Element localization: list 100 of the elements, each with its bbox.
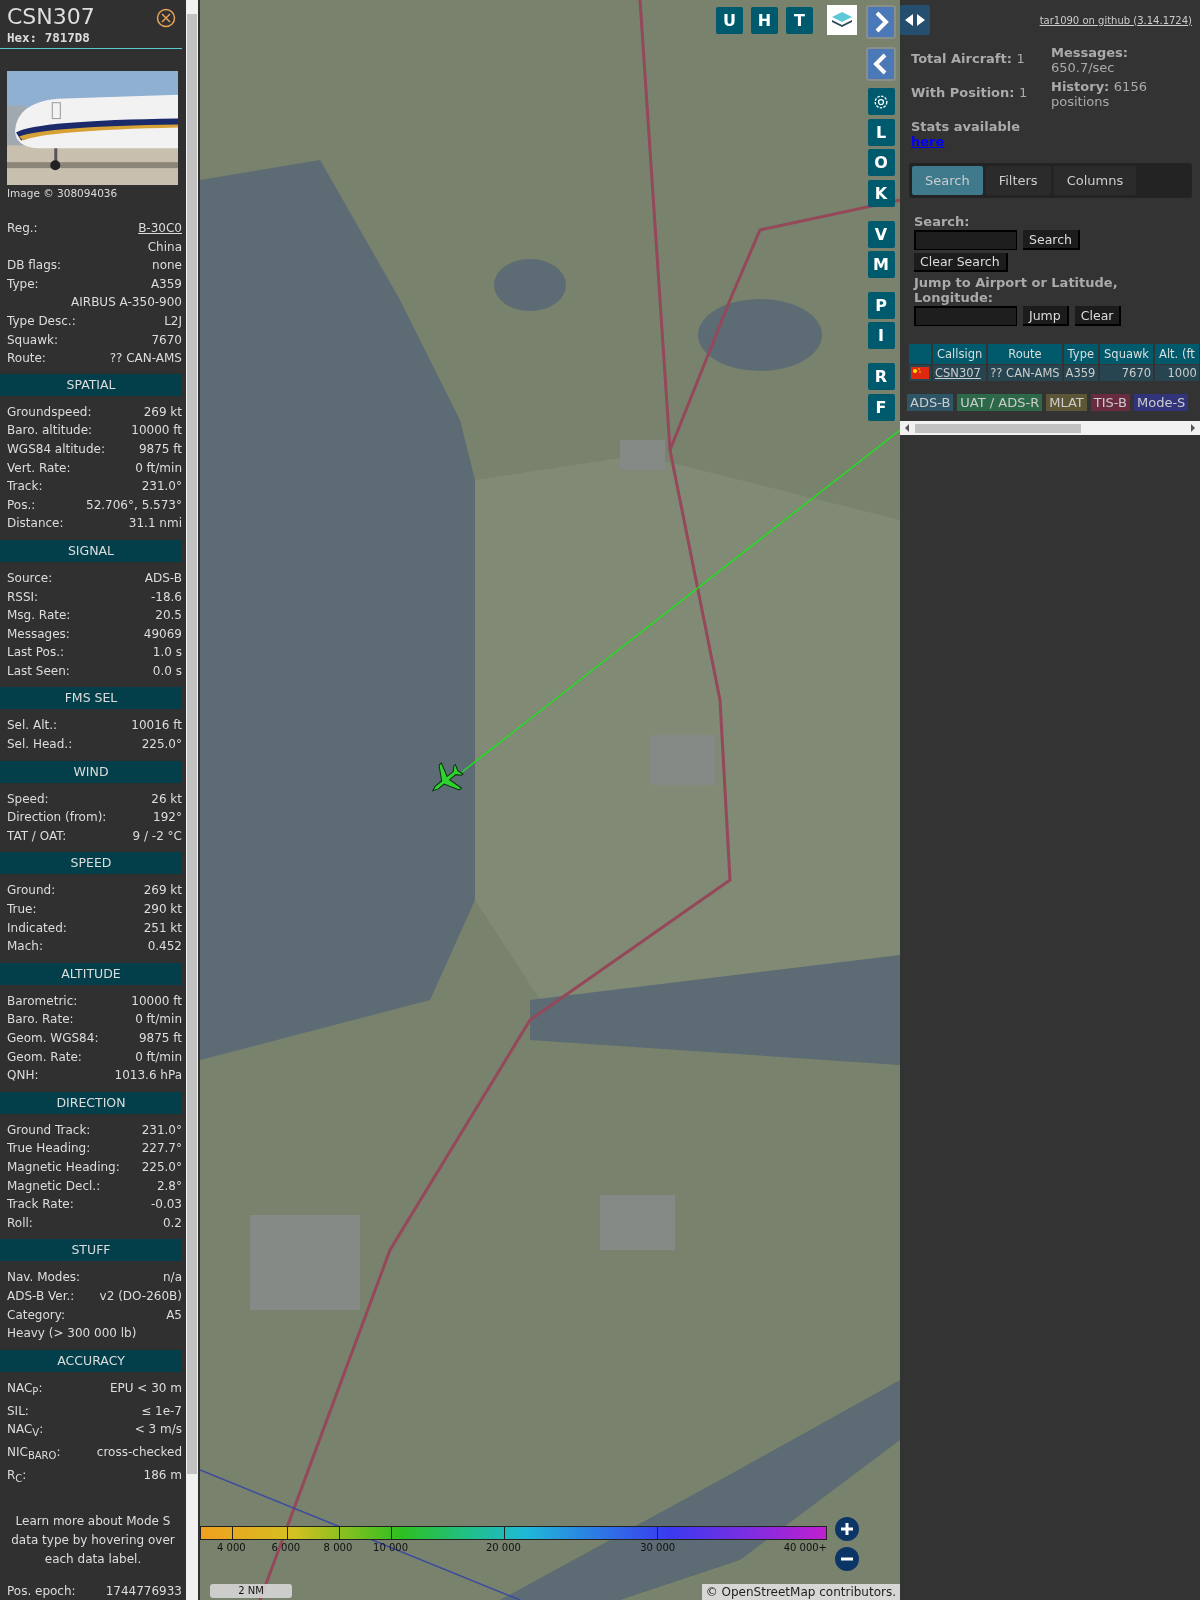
source-tag: UAT / ADS-R [957,394,1043,411]
layers-button[interactable] [827,5,857,35]
field-label: True Heading: [7,1140,91,1158]
section-header: WIND [0,760,182,783]
field-value: L2J [164,312,182,330]
section-header: ACCURACY [0,1349,182,1372]
field-label: Squawk: [7,331,58,349]
jump-field[interactable] [914,306,1017,326]
scrollbar[interactable] [900,421,1200,435]
map-toggle-button[interactable]: H [751,6,778,34]
field-label: QNH: [7,1067,39,1085]
zoom-in-button[interactable] [834,1516,860,1542]
map-attribution: © OpenStreetMap contributors. [701,1584,900,1600]
field-value: 2.8° [156,1177,182,1195]
expand-button[interactable] [866,5,896,39]
field-label: Type Desc.: [7,312,76,330]
section-header: STUFF [0,1239,182,1262]
field-value: 290 kt [143,901,182,919]
scroll-right-icon[interactable] [1189,424,1197,432]
field-value: 9 / -2 °C [132,827,182,845]
clear-search-button[interactable]: Clear Search [914,253,1008,272]
field-label: NIC$_{BARO}$: [7,1444,61,1464]
source-tag: Mode-S [1133,394,1189,411]
field-value: 10000 ft [131,422,182,440]
field-label: Roll: [7,1214,33,1232]
field-value: 192° [153,809,182,827]
field-value: 227.7° [141,1140,182,1158]
field-value: 0 ft/min [135,459,182,477]
field-label: ADS-B Ver.: [7,1287,75,1305]
field-value: 0.0 s [152,662,182,680]
field-value: 0.452 [147,938,182,956]
map-toggle-button[interactable]: M [867,251,895,279]
map-toggle-button[interactable]: O [867,149,895,177]
table-cell: 1000 [1155,365,1199,381]
field-label: R$_{C}$: [7,1467,27,1487]
field-value: ?? CAN-AMS [109,350,182,368]
scale-bar: 2 NM [210,1584,292,1598]
field-value: 1.0 s [152,644,182,662]
field-value: 26 kt [151,790,182,808]
field-value: 251 kt [143,919,182,937]
field-label: Direction (from): [7,809,107,827]
field-value: 0.2 [162,1214,182,1232]
column-header[interactable]: Route [988,344,1062,364]
search-field[interactable] [914,230,1017,250]
field-value: 269 kt [143,882,182,900]
column-header[interactable]: Alt. (ft [1155,344,1199,364]
field-label: Ground Track: [7,1121,91,1139]
settings-button[interactable] [867,88,895,116]
field-label: Vert. Rate: [7,459,71,477]
map-toggle-button[interactable]: T [786,6,813,34]
column-header[interactable]: Type [1063,344,1099,364]
map-toggle-button[interactable]: I [867,322,895,350]
field-label: WGS84 altitude: [7,440,105,458]
column-header[interactable]: Squawk [1100,344,1154,364]
panel-toggle-button[interactable] [900,5,930,35]
field-label: Route: [7,350,46,368]
field-value: 10016 ft [131,717,182,735]
field-label: Sel. Alt.: [7,717,58,735]
field-value: 9875 ft [138,440,182,458]
column-header[interactable]: Callsign [933,344,987,364]
scrollbar[interactable] [186,0,198,1600]
field-value: -18.6 [150,588,182,606]
section-header: FMS SEL [0,687,182,710]
close-icon[interactable] [156,8,176,28]
scroll-left-icon[interactable] [903,424,911,432]
github-link[interactable]: tar1090 on github (3.14.1724) [1039,14,1192,26]
field-value: China [147,238,182,256]
field-value: < 3 m/s [134,1421,182,1439]
field-label: Pos. epoch: [7,1583,76,1600]
field-label: Last Seen: [7,662,70,680]
source-tag: TIS-B [1090,394,1130,411]
field-label: Source: [7,569,53,587]
jump-label: Jump to Airport or Latitude, Longitude: [914,275,1119,305]
section-header: SIGNAL [0,539,182,562]
field-label: DB flags: [7,257,62,275]
field-value: A5 [166,1306,182,1324]
tab[interactable]: Columns [1053,166,1137,195]
jump-button[interactable]: Jump [1023,306,1069,326]
field-value: A359 [150,275,182,293]
clear-button[interactable]: Clear [1074,306,1122,326]
field-value: EPU < 30 m [109,1379,182,1397]
map-toggle-button[interactable]: U [716,6,743,34]
search-button[interactable]: Search [1023,230,1080,250]
field-value: 31.1 nmi [128,515,182,533]
collapse-button[interactable] [866,46,896,81]
altitude-tick-label: 40 000+ [783,1542,827,1553]
tab[interactable]: Filters [985,166,1051,195]
field-label: Ground: [7,882,56,900]
altitude-tick-label: 8 000 [323,1542,353,1553]
field-label: NAC$_{V}$: [7,1421,44,1441]
zoom-out-button[interactable] [834,1546,860,1572]
field-value: 231.0° [141,1121,182,1139]
registration-link[interactable]: B-30C0 [138,219,182,238]
field-label: SIL: [7,1402,29,1420]
field-label: Geom. WGS84: [7,1030,99,1047]
field-value: cross-checked [96,1444,182,1462]
field-value: 0 ft/min [135,1048,182,1066]
field-value: 231.0° [141,478,182,496]
field-value: 7670 [151,331,182,349]
stats-note: Stats available [911,119,1022,134]
